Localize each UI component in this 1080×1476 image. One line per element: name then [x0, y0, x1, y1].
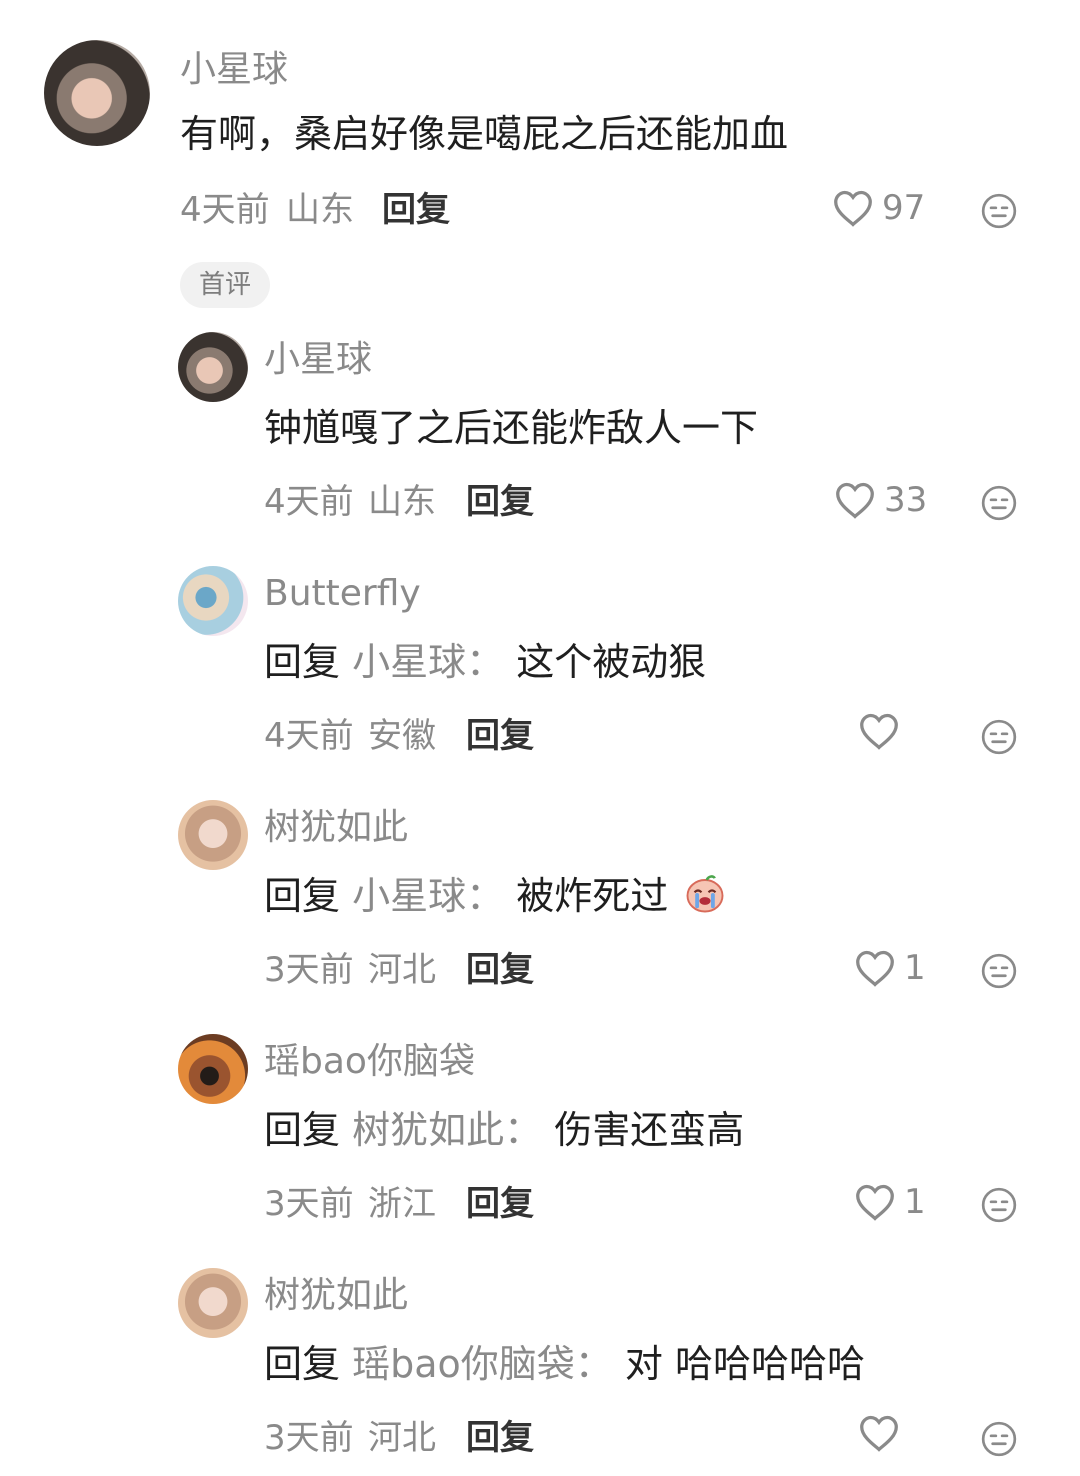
avatar[interactable] [178, 1268, 248, 1338]
like-count: 1 [904, 948, 926, 988]
comment-location: 河北 [368, 950, 436, 990]
comment-text: 有啊，桑启好像是噶屁之后还能加血 [180, 112, 789, 156]
like-button[interactable]: 97 [832, 186, 925, 230]
avatar[interactable] [178, 800, 248, 870]
reply-button[interactable]: 回复 [466, 480, 534, 524]
heart-outline-icon [836, 482, 874, 519]
reply-button[interactable]: 回复 [466, 1416, 534, 1460]
reply-target-user[interactable]: 小星球： [352, 640, 504, 684]
comment-text: 回复 树犹如此： 伤害还蛮高 [264, 1106, 744, 1154]
neutral-face-icon[interactable] [980, 952, 1018, 990]
like-button[interactable] [858, 712, 908, 750]
comment-location: 山东 [368, 482, 436, 522]
crying-emoji-icon [686, 875, 724, 913]
comment-time: 3天前 [264, 1418, 354, 1458]
comment-username[interactable]: 树犹如此 [264, 806, 408, 850]
neutral-face-icon[interactable] [980, 1420, 1018, 1458]
comment-time: 4天前 [180, 190, 270, 230]
reply-item: 小星球 钟馗嘎了之后还能炸敌人一下 4天前 山东 回复 33 [0, 332, 1080, 532]
heart-outline-icon [834, 190, 872, 227]
like-count: 1 [904, 1182, 926, 1222]
reply-button[interactable]: 回复 [382, 188, 450, 232]
heart-outline-icon [856, 1184, 894, 1221]
like-button[interactable] [858, 1414, 908, 1452]
reply-target-user[interactable]: 小星球： [352, 874, 504, 918]
reply-target-user[interactable]: 树犹如此： [352, 1108, 542, 1152]
like-button[interactable]: 1 [854, 1180, 926, 1224]
avatar[interactable] [178, 566, 248, 636]
reply-item: 瑶bao你脑袋 回复 树犹如此： 伤害还蛮高 3天前 浙江 回复 1 [0, 1034, 1080, 1234]
heart-outline-icon [860, 1415, 898, 1452]
like-button[interactable]: 1 [854, 946, 926, 990]
neutral-face-icon[interactable] [980, 1186, 1018, 1224]
comment-text: 回复 小星球： 被炸死过 [264, 872, 726, 920]
avatar[interactable] [178, 1034, 248, 1104]
comment-time: 4天前 [264, 482, 354, 522]
comment-location: 河北 [368, 1418, 436, 1458]
like-count: 33 [884, 480, 928, 520]
comment-time: 3天前 [264, 950, 354, 990]
reply-content: 对 哈哈哈哈哈 [624, 1342, 865, 1386]
reply-prefix: 回复 [264, 1108, 341, 1152]
first-comment-badge: 首评 [180, 262, 270, 308]
neutral-face-icon[interactable] [980, 718, 1018, 756]
comment-username[interactable]: Butterfly [264, 572, 421, 616]
comment-location: 安徽 [368, 716, 436, 756]
comment-text: 回复 小星球： 这个被动狠 [264, 638, 706, 686]
heart-outline-icon [856, 950, 894, 987]
comment-text: 钟馗嘎了之后还能炸敌人一下 [264, 406, 759, 450]
comment-location: 山东 [286, 190, 354, 230]
reply-button[interactable]: 回复 [466, 1182, 534, 1226]
comment-username[interactable]: 树犹如此 [264, 1274, 408, 1318]
avatar[interactable] [178, 332, 248, 402]
reply-target-user[interactable]: 瑶bao你脑袋： [352, 1342, 613, 1386]
reply-content: 这个被动狠 [516, 640, 707, 684]
like-button[interactable]: 33 [834, 478, 927, 522]
comment-time: 3天前 [264, 1184, 354, 1224]
reply-button[interactable]: 回复 [466, 714, 534, 758]
reply-prefix: 回复 [264, 874, 341, 918]
reply-content: 被炸死过 [516, 874, 669, 918]
reply-prefix: 回复 [264, 640, 341, 684]
reply-item: 树犹如此 回复 小星球： 被炸死过 3天前 河北 回复 1 [0, 800, 1080, 1000]
reply-prefix: 回复 [264, 1342, 341, 1386]
reply-item: 树犹如此 回复 瑶bao你脑袋： 对 哈哈哈哈哈 3天前 河北 回复 [0, 1268, 1080, 1476]
comment-username[interactable]: 瑶bao你脑袋 [264, 1040, 475, 1084]
comment-username[interactable]: 小星球 [180, 48, 288, 92]
comment-time: 4天前 [264, 716, 354, 756]
reply-item: Butterfly 回复 小星球： 这个被动狠 4天前 安徽 回复 [0, 566, 1080, 766]
reply-button[interactable]: 回复 [466, 948, 534, 992]
comment-item: 小星球 有啊，桑启好像是噶屁之后还能加血 4天前 山东 回复 97 首评 [0, 40, 1080, 308]
like-count: 97 [882, 188, 926, 228]
heart-outline-icon [860, 713, 898, 750]
comment-username[interactable]: 小星球 [264, 338, 372, 382]
reply-content: 伤害还蛮高 [554, 1108, 745, 1152]
neutral-face-icon[interactable] [980, 192, 1018, 230]
avatar[interactable] [44, 40, 150, 146]
comment-location: 浙江 [368, 1184, 436, 1224]
comment-text: 回复 瑶bao你脑袋： 对 哈哈哈哈哈 [264, 1340, 865, 1388]
neutral-face-icon[interactable] [980, 484, 1018, 522]
